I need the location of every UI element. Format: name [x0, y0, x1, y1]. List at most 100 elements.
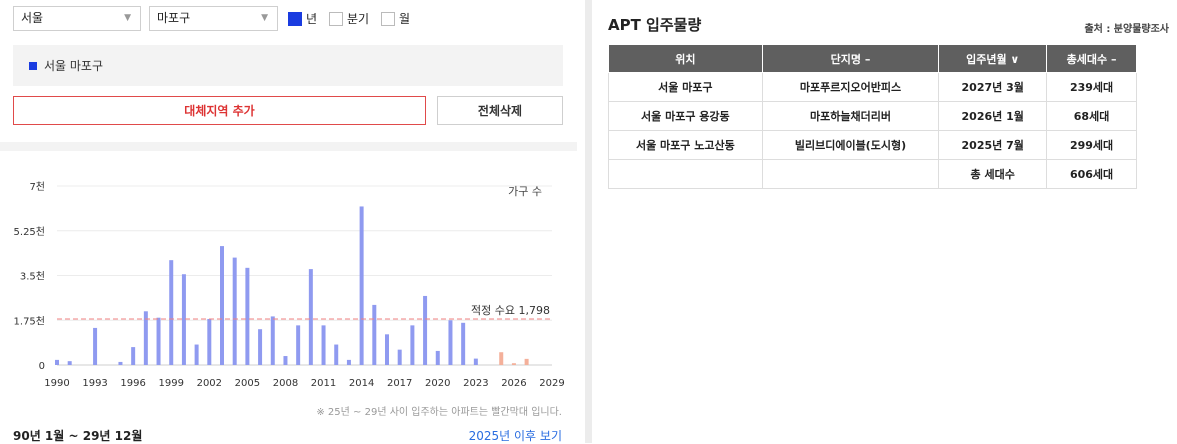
supply-bar-chart: 0 1.75천 3.5천 5.25천 7천 1990 1993 1996 1999 2002 20…	[14, 181, 565, 389]
x-tick-label: 2026	[501, 378, 526, 389]
grid-lines	[57, 185, 552, 366]
add-region-button[interactable]: 대체지역 추가	[13, 96, 426, 125]
supply-table: 위치 단지명 – 입주년월 ∨ 총세대수 – 서울 마포구 마포푸르지오어반피스…	[608, 44, 1137, 189]
cell-move-in: 2027년 3월	[938, 72, 1048, 102]
x-tick-label: 1996	[120, 378, 145, 389]
x-tick-label: 2017	[387, 378, 412, 389]
y-tick-label: 5.25천	[14, 226, 45, 238]
cell-move-in: 2025년 7월	[938, 130, 1048, 160]
column-header-complex[interactable]: 단지명 –	[761, 44, 940, 73]
bar	[55, 359, 59, 365]
x-tick-label: 2014	[349, 378, 374, 389]
x-tick-label: 2023	[463, 378, 488, 389]
checkbox-unchecked-icon	[381, 11, 395, 26]
bar	[461, 322, 466, 365]
bar	[67, 361, 72, 365]
column-header-location[interactable]: 위치	[608, 44, 763, 73]
x-axis-ticks: 1990 1993 1996 1999 2002 2005 2008 2011 2014 2017…	[44, 378, 564, 389]
table-header-row: 위치 단지명 – 입주년월 ∨ 총세대수 –	[608, 44, 1137, 73]
column-header-households[interactable]: 총세대수 –	[1046, 44, 1137, 73]
x-tick-label: 2029	[539, 378, 564, 389]
bar	[308, 269, 313, 365]
cell-empty	[761, 159, 940, 189]
section-divider	[0, 142, 577, 151]
table-title: APT 입주물량	[608, 16, 702, 34]
panel-divider	[585, 0, 592, 443]
right-panel: APT 입주물량 출처 : 분양물량조사 위치 단지명 – 입주년월 ∨ 총세대…	[592, 0, 1177, 443]
y-axis-ticks: 0 1.75천 3.5천 5.25천 7천	[14, 181, 45, 372]
bar	[270, 316, 275, 365]
bar	[499, 352, 504, 365]
bar	[524, 358, 529, 365]
bar	[435, 350, 440, 365]
delete-all-button[interactable]: 전체삭제	[437, 96, 563, 125]
selected-region-panel: 서울 마포구	[13, 45, 563, 86]
table-row: 서울 마포구 노고산동 빌리브디에이블(도시형) 2025년 7월 299세대	[608, 130, 1137, 160]
period-year-checkbox[interactable]: 년	[288, 10, 317, 27]
bar	[283, 356, 288, 365]
bar	[448, 320, 453, 365]
period-quarter-label: 분기	[347, 12, 370, 26]
chevron-down-icon: ▼	[261, 13, 268, 23]
period-range-label: 90년 1월 ~ 29년 12월	[13, 429, 143, 443]
x-tick-label: 2011	[311, 378, 336, 389]
bar	[334, 344, 339, 365]
cell-households: 239세대	[1046, 72, 1137, 102]
x-tick-label: 1999	[159, 378, 184, 389]
period-month-checkbox[interactable]: 월	[381, 10, 410, 27]
district-select-value: 마포구	[157, 11, 191, 25]
left-panel: 서울 ▼ 마포구 ▼ 년 분기 월 서울 마포구 대체지역 추가 전체삭제 0 1…	[0, 0, 577, 443]
checkbox-unchecked-icon	[329, 11, 343, 26]
city-select-value: 서울	[21, 11, 44, 25]
y-tick-label: 0	[39, 361, 45, 372]
district-select[interactable]: 마포구 ▼	[149, 6, 278, 31]
series-label: 가구 수	[508, 185, 542, 198]
chart-note: ※ 25년 ~ 29년 사이 입주하는 아파트는 빨간막대 입니다.	[316, 407, 562, 418]
period-quarter-checkbox[interactable]: 분기	[329, 10, 369, 27]
cell-location: 서울 마포구	[608, 72, 763, 102]
column-header-move-in[interactable]: 입주년월 ∨	[938, 44, 1048, 73]
x-tick-label: 2020	[425, 378, 450, 389]
x-tick-label: 2008	[273, 378, 298, 389]
city-select[interactable]: 서울 ▼	[13, 6, 141, 31]
y-tick-label: 7천	[29, 181, 45, 193]
bar	[181, 274, 186, 365]
bar	[93, 327, 98, 365]
y-tick-label: 1.75천	[14, 315, 45, 327]
period-year-label: 년	[306, 12, 318, 26]
x-tick-label: 2002	[197, 378, 222, 389]
table-row: 서울 마포구 용강동 마포하늘채더리버 2026년 1월 68세대	[608, 101, 1137, 131]
table-row: 서울 마포구 마포푸르지오어반피스 2027년 3월 239세대	[608, 72, 1137, 102]
bar	[156, 317, 161, 365]
chevron-down-icon: ▼	[124, 13, 131, 23]
cell-complex: 마포하늘채더리버	[761, 101, 940, 131]
selected-region-label: 서울 마포구	[44, 59, 104, 73]
x-tick-label: 2005	[235, 378, 260, 389]
y-tick-label: 3.5천	[20, 271, 45, 283]
region-color-marker	[29, 61, 37, 70]
bar	[321, 325, 326, 365]
bar	[118, 361, 123, 365]
total-value: 606세대	[1046, 159, 1137, 189]
bar	[346, 359, 351, 365]
bar	[131, 347, 136, 365]
bar	[397, 349, 402, 365]
bar	[359, 206, 364, 365]
bar	[232, 257, 237, 365]
bar	[385, 334, 389, 365]
cell-complex: 마포푸르지오어반피스	[761, 72, 940, 102]
cell-location: 서울 마포구 노고산동	[608, 130, 763, 160]
bar	[245, 267, 250, 365]
view-after-2025-link[interactable]: 2025년 이후 보기	[469, 427, 562, 444]
cell-location: 서울 마포구 용강동	[608, 101, 763, 131]
checkbox-checked-icon	[288, 11, 302, 26]
source-label: 출처 : 분양물량조사	[1084, 24, 1169, 35]
bar	[194, 344, 199, 365]
cell-move-in: 2026년 1월	[938, 101, 1048, 131]
bar	[372, 304, 377, 365]
cell-households: 68세대	[1046, 101, 1137, 131]
bar	[511, 363, 516, 365]
bar	[423, 295, 428, 365]
bar	[296, 325, 301, 365]
bar	[220, 246, 224, 365]
